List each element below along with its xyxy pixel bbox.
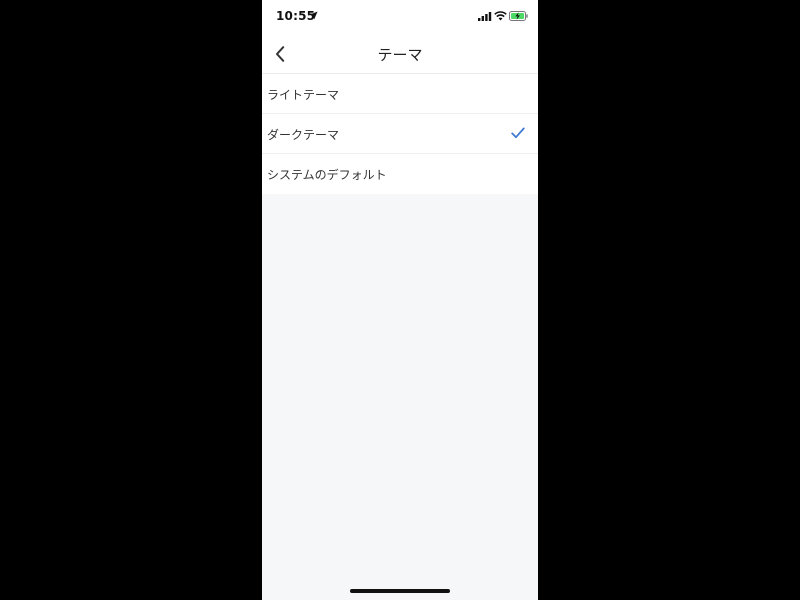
theme-option-list: ライトテーマ ダークテーマ システムのデフォルト [262, 74, 538, 194]
option-label: システムのデフォルト [267, 168, 387, 182]
theme-option-dark[interactable]: ダークテーマ [262, 114, 538, 154]
home-indicator[interactable] [350, 589, 450, 593]
cellular-signal-icon [478, 12, 492, 21]
battery-charging-icon [509, 11, 528, 21]
location-arrow-icon [309, 11, 318, 20]
navigation-bar: テーマ [262, 34, 538, 74]
status-bar: 10:55 [262, 0, 538, 34]
theme-option-system-default[interactable]: システムのデフォルト [262, 154, 538, 194]
wifi-icon [494, 11, 507, 21]
theme-option-light[interactable]: ライトテーマ [262, 74, 538, 114]
phone-screen: 10:55 テーマ ライトテーマ ダークテーマ システムのデフォルト [262, 0, 538, 600]
page-title: テーマ [377, 46, 423, 64]
checkmark-icon [511, 127, 525, 139]
option-label: ダークテーマ [267, 128, 340, 142]
option-label: ライトテーマ [267, 88, 340, 102]
